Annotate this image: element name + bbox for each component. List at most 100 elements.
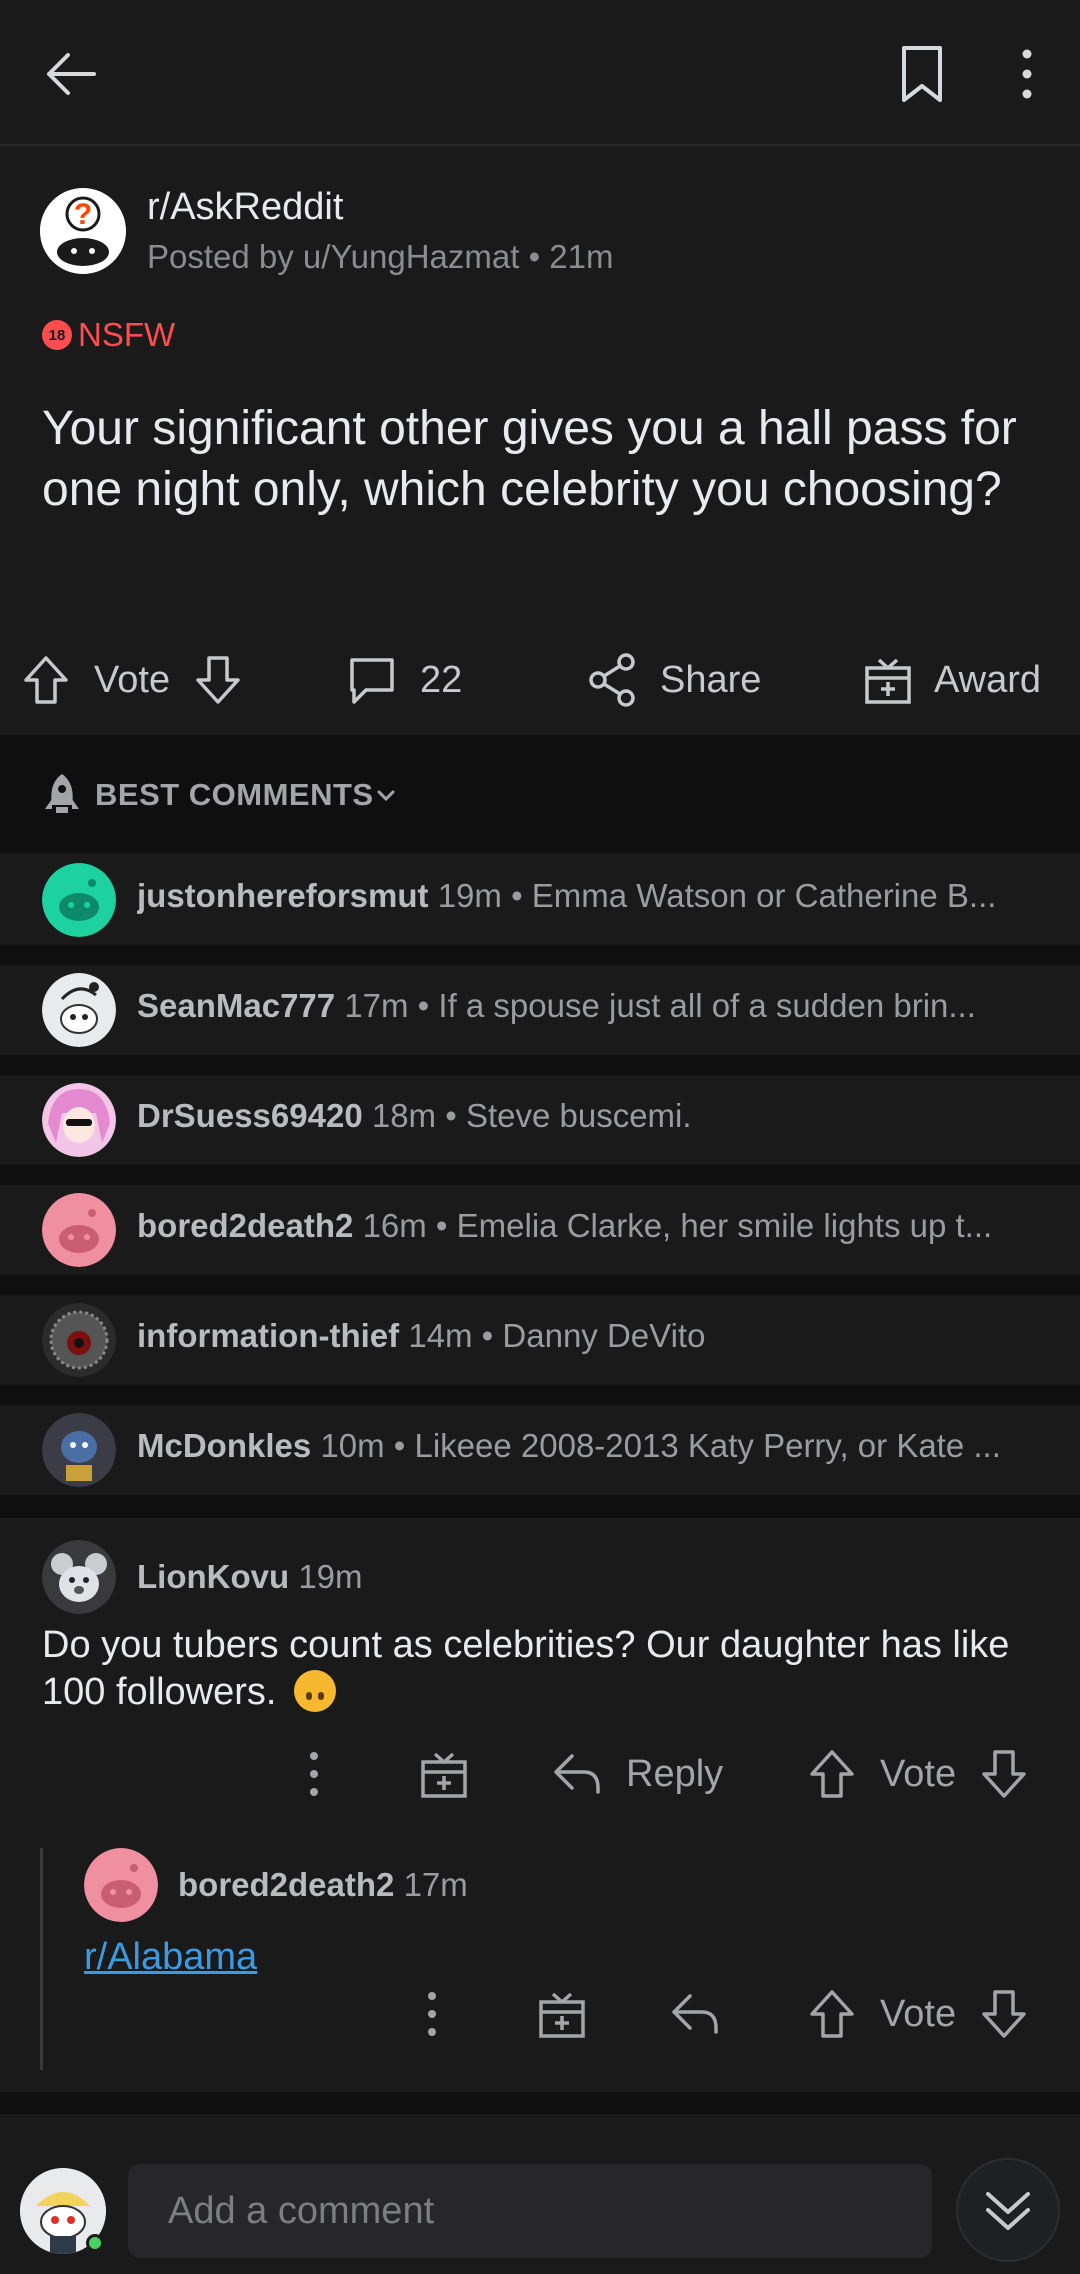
award-gift-icon [421, 1752, 467, 1798]
vote-label: Vote [94, 658, 171, 701]
snoo-avatar-icon [84, 1848, 158, 1922]
comment-author[interactable]: McDonkles [137, 1427, 311, 1464]
comment-preview: Emelia Clarke, her smile lights up t... [456, 1207, 993, 1244]
comment-summary: bored2death2 16m • Emelia Clarke, her sm… [137, 1207, 993, 1244]
comment-author[interactable]: justonhereforsmut [137, 877, 429, 914]
divider [0, 1055, 1080, 1075]
collapsed-comment[interactable]: justonhereforsmut 19m • Emma Watson or C… [0, 855, 1080, 945]
comment-composer-bar [0, 2114, 1080, 2274]
award-gift-icon [539, 1992, 585, 2038]
double-chevron-down-icon [986, 2192, 1030, 2230]
vote-control: Vote [20, 625, 244, 735]
comment-author[interactable]: DrSuess69420 [137, 1097, 363, 1134]
post-actions: Vote 22 Share Award [0, 625, 1080, 735]
comment-meta: LionKovu 19m [137, 1558, 363, 1596]
nsfw-tag: 18 NSFW [42, 316, 175, 354]
subreddit-avatar[interactable]: ? [40, 188, 126, 274]
comment-author[interactable]: bored2death2 [178, 1866, 394, 1903]
comment-author[interactable]: LionKovu [137, 1558, 289, 1595]
nsfw-18-icon: 18 [42, 320, 72, 350]
bookmark-icon[interactable] [896, 44, 948, 104]
collapsed-comment[interactable]: bored2death2 16m • Emelia Clarke, her sm… [0, 1185, 1080, 1275]
thread-line[interactable] [40, 1848, 43, 2070]
rocket-icon [45, 774, 79, 813]
downvote-icon[interactable] [978, 1746, 1030, 1802]
comment-age: 16m [362, 1207, 427, 1244]
top-bar [0, 0, 1080, 146]
award-gift-icon [865, 658, 911, 704]
avatar[interactable] [42, 973, 116, 1047]
comment-more-button[interactable] [414, 1986, 450, 2042]
comment-age: 18m [371, 1097, 437, 1134]
upvote-icon[interactable] [20, 652, 72, 708]
comment-age: 17m [344, 987, 409, 1024]
avatar[interactable] [84, 1848, 158, 1922]
avatar[interactable] [42, 1083, 116, 1157]
share-button[interactable]: Share [588, 625, 761, 735]
comment-preview: Steve buscemi. [465, 1097, 692, 1134]
comment-award-button[interactable] [418, 1746, 470, 1802]
koala-avatar-icon [42, 1540, 116, 1614]
comment-author[interactable]: information-thief [137, 1317, 399, 1354]
comment-author[interactable]: SeanMac777 [137, 987, 335, 1024]
comment-preview: Likeee 2008-2013 Katy Perry, or Kate ... [414, 1427, 1001, 1464]
avatar[interactable] [42, 1413, 116, 1487]
divider [0, 1275, 1080, 1295]
collapsed-comment[interactable]: information-thief 14m • Danny DeVito [0, 1295, 1080, 1385]
comments-button[interactable]: 22 [344, 625, 462, 735]
comment-age: 19m [437, 877, 502, 914]
comment-age: 10m [320, 1427, 385, 1464]
collapsed-comment[interactable]: SeanMac777 17m • If a spouse just all of… [0, 965, 1080, 1055]
avatar[interactable] [42, 1303, 116, 1377]
comment-count: 22 [420, 658, 463, 701]
divider [0, 1385, 1080, 1405]
dark-creature-avatar-icon [42, 1303, 116, 1377]
more-options-icon[interactable] [1010, 44, 1044, 104]
collapsed-comment[interactable]: DrSuess69420 18m • Steve buscemi. [0, 1075, 1080, 1165]
comment-preview: Emma Watson or Catherine B... [531, 877, 997, 914]
comment-summary: McDonkles 10m • Likeee 2008-2013 Katy Pe… [137, 1427, 1001, 1464]
nsfw-label: NSFW [78, 316, 176, 353]
reply-button[interactable]: Reply [550, 1746, 723, 1802]
comment-vote-control: Vote [806, 1746, 1030, 1802]
comment-vote-control: Vote [806, 1986, 1030, 2042]
comment-author[interactable]: bored2death2 [137, 1207, 353, 1244]
downvote-icon[interactable] [192, 652, 244, 708]
award-button[interactable]: Award [862, 625, 1041, 735]
collapsed-comment[interactable]: McDonkles 10m • Likeee 2008-2013 Katy Pe… [0, 1405, 1080, 1495]
reply-button[interactable] [668, 1986, 722, 2042]
comment-summary: information-thief 14m • Danny DeVito [137, 1317, 706, 1354]
comment-sort-bar[interactable]: BEST COMMENTS [0, 735, 1080, 853]
more-options-icon [310, 1752, 318, 1796]
avatar[interactable] [42, 1540, 116, 1614]
snoo-avatar-icon [42, 863, 116, 937]
divider [0, 945, 1080, 965]
add-comment-input[interactable] [128, 2164, 932, 2258]
comment-more-button[interactable] [296, 1746, 332, 1802]
comment-meta: bored2death2 17m [178, 1866, 468, 1904]
avatar[interactable] [42, 863, 116, 937]
avatar[interactable] [42, 1193, 116, 1267]
upvote-icon[interactable] [806, 1746, 858, 1802]
divider [0, 1495, 1080, 1518]
post-author-line[interactable]: Posted by u/YungHazmat • 21m [147, 238, 613, 276]
back-arrow-icon[interactable] [40, 42, 104, 106]
comment-summary: SeanMac777 17m • If a spouse just all of… [137, 987, 976, 1024]
chevron-down-icon [377, 790, 395, 802]
share-label: Share [660, 658, 762, 701]
comment-summary: justonhereforsmut 19m • Emma Watson or C… [137, 877, 997, 914]
downvote-icon[interactable] [978, 1986, 1030, 2042]
reply-comment: bored2death2 17m r/Alabama Vote [40, 1848, 1080, 2070]
comment-text: Do you tubers count as celebrities? Our … [42, 1624, 1010, 1713]
upside-down-face-emoji-icon [294, 1670, 337, 1712]
post-title: Your significant other gives you a hall … [42, 402, 1017, 516]
comment-bubble-icon [350, 658, 394, 704]
snoo-avatar-icon [42, 973, 116, 1047]
comment-body: Do you tubers count as celebrities? Our … [42, 1622, 1052, 1716]
subreddit-link[interactable]: r/Alabama [84, 1936, 257, 1979]
upvote-icon[interactable] [806, 1986, 858, 2042]
vote-label: Vote [880, 1992, 957, 2035]
subreddit-name[interactable]: r/AskReddit [147, 186, 343, 229]
next-comment-button[interactable] [956, 2158, 1060, 2262]
comment-award-button[interactable] [536, 1986, 588, 2042]
